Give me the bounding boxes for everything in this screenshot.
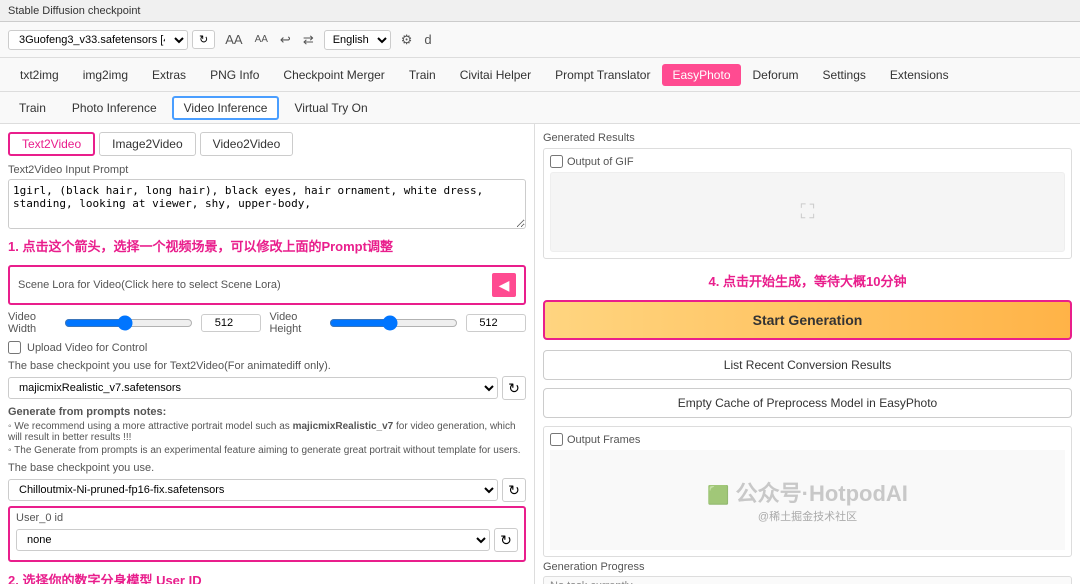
output-gif-checkbox[interactable] [550, 155, 563, 168]
watermark-text: 🟩 公众号·HotpodAI [707, 476, 908, 508]
upload-checkbox[interactable] [8, 341, 21, 354]
title-bar-label: Stable Diffusion checkpoint [8, 5, 141, 17]
video-width-slider[interactable] [64, 315, 193, 331]
sub-nav: Train Photo Inference Video Inference Vi… [0, 92, 1080, 124]
top-toolbar: 3Guofeng3_v33.safetensors [4078eb4174] ↻… [0, 22, 1080, 58]
output-frames-checkbox[interactable] [550, 433, 563, 446]
empty-cache-button[interactable]: Empty Cache of Preprocess Model in EasyP… [543, 388, 1072, 418]
sub-tab-virtual-try-on[interactable]: Virtual Try On [283, 97, 378, 119]
user-id-section: User_0 id none ↻ [8, 506, 526, 562]
prompt-textarea[interactable] [8, 179, 526, 229]
right-panel: Generated Results Output of GIF ⛶ 4. 点击开… [535, 124, 1080, 584]
content-area: Text2Video Image2Video Video2Video Text2… [0, 124, 1080, 584]
user-id-refresh[interactable]: ↻ [494, 528, 518, 552]
generation-progress-label: Generation Progress [543, 561, 1072, 573]
user-id-label: User_0 id [16, 512, 518, 524]
sub-tab-video-inference[interactable]: Video Inference [172, 96, 280, 120]
tab-img2img[interactable]: img2img [71, 62, 140, 88]
font-size-large-icon[interactable]: AA [223, 30, 244, 49]
scene-lora-arrow-btn[interactable]: ◀ [492, 273, 516, 297]
tab-easyphoto[interactable]: EasyPhoto [662, 64, 740, 86]
image-placeholder-icon: ⛶ [801, 201, 815, 224]
wh-row: Video Width Video Height [8, 311, 526, 335]
watermark-sub: @稀土掘金技术社区 [707, 508, 908, 524]
undo-icon[interactable]: ↩ [278, 30, 293, 50]
base-checkpoint-row-2: Chilloutmix-Ni-pruned-fp16-fix.safetenso… [8, 478, 526, 502]
sub-tab-train[interactable]: Train [8, 97, 57, 119]
start-generation-button[interactable]: Start Generation [543, 300, 1072, 340]
user-id-select[interactable]: none [16, 529, 490, 551]
notes-section: Generate from prompts notes: ◦ We recomm… [8, 406, 526, 456]
generated-results-title: Generated Results [543, 132, 1072, 144]
tab-prompt-translator[interactable]: Prompt Translator [543, 62, 662, 88]
tab-checkpoint-merger[interactable]: Checkpoint Merger [271, 62, 396, 88]
video-height-slider[interactable] [329, 315, 458, 331]
extra-icon[interactable]: d [422, 30, 433, 49]
output-gif-header: Output of GIF [550, 155, 1065, 168]
base-checkpoint-row-1: majicmixRealistic_v7.safetensors ↻ [8, 376, 526, 400]
inner-tab-video2video[interactable]: Video2Video [200, 132, 294, 156]
settings-icon[interactable]: ⚙ [399, 30, 415, 50]
output-gif-section: Output of GIF ⛶ [543, 148, 1072, 259]
inner-tab-text2video[interactable]: Text2Video [8, 132, 95, 156]
model-select[interactable]: 3Guofeng3_v33.safetensors [4078eb4174] [8, 30, 188, 50]
tab-settings[interactable]: Settings [811, 62, 878, 88]
video-width-input[interactable] [201, 314, 261, 332]
annotation-4: 4. 点击开始生成，等待大概10分钟 [543, 267, 1072, 294]
redo-icon[interactable]: ⇄ [301, 30, 316, 50]
model-dropdown-container: 3Guofeng3_v33.safetensors [4078eb4174] ↻ [8, 30, 215, 50]
video-height-label: Video Height [269, 311, 321, 335]
watermark-area: 🟩 公众号·HotpodAI @稀土掘金技术社区 [550, 450, 1065, 550]
tab-txt2img[interactable]: txt2img [8, 62, 71, 88]
list-results-button[interactable]: List Recent Conversion Results [543, 350, 1072, 380]
output-frames-label: Output Frames [567, 434, 640, 446]
user-id-dropdown-row: none ↻ [16, 528, 518, 552]
sub-tab-photo-inference[interactable]: Photo Inference [61, 97, 168, 119]
base-checkpoint-select-2[interactable]: Chilloutmix-Ni-pruned-fp16-fix.safetenso… [8, 479, 498, 501]
generation-progress-section: Generation Progress No task currently [543, 561, 1072, 584]
notes-title: Generate from prompts notes: [8, 406, 526, 418]
tab-civitai-helper[interactable]: Civitai Helper [448, 62, 543, 88]
model-refresh-btn[interactable]: ↻ [192, 30, 215, 49]
base-checkpoint-refresh-2[interactable]: ↻ [502, 478, 526, 502]
base-checkpoint-label-1: The base checkpoint you use for Text2Vid… [8, 360, 526, 372]
base-checkpoint-select-1[interactable]: majicmixRealistic_v7.safetensors [8, 377, 498, 399]
inner-tabs: Text2Video Image2Video Video2Video [8, 132, 526, 156]
tab-extensions[interactable]: Extensions [878, 62, 961, 88]
left-panel: Text2Video Image2Video Video2Video Text2… [0, 124, 535, 584]
tab-png-info[interactable]: PNG Info [198, 62, 271, 88]
prompt-label: Text2Video Input Prompt [8, 164, 526, 176]
title-bar: Stable Diffusion checkpoint [0, 0, 1080, 22]
generation-progress-value: No task currently [543, 576, 1072, 584]
output-gif-label: Output of GIF [567, 156, 634, 168]
note-2: ◦ The Generate from prompts is an experi… [8, 445, 526, 456]
annotation-1: 1. 点击这个箭头，选择一个视频场景，可以修改上面的Prompt调整 [8, 232, 526, 259]
inner-tab-image2video[interactable]: Image2Video [99, 132, 196, 156]
video-height-input[interactable] [466, 314, 526, 332]
scene-lora-label: Scene Lora for Video(Click here to selec… [18, 279, 492, 291]
watermark-content: 🟩 公众号·HotpodAI @稀土掘金技术社区 [707, 476, 908, 524]
font-size-small-icon[interactable]: AA [253, 32, 270, 47]
upload-checkbox-row: Upload Video for Control [8, 341, 526, 354]
tab-train[interactable]: Train [397, 62, 448, 88]
output-gif-placeholder: ⛶ [550, 172, 1065, 252]
output-frames-header: Output Frames [550, 433, 1065, 446]
language-select[interactable]: English [324, 30, 391, 50]
tab-deforum[interactable]: Deforum [741, 62, 811, 88]
main-nav: txt2img img2img Extras PNG Info Checkpoi… [0, 58, 1080, 92]
output-frames-section: Output Frames 🟩 公众号·HotpodAI @稀土掘金技术社区 [543, 426, 1072, 557]
upload-checkbox-label: Upload Video for Control [27, 342, 147, 354]
tab-extras[interactable]: Extras [140, 62, 198, 88]
annotation-2: 2. 选择你的数字分身模型 User ID [8, 566, 526, 584]
base-checkpoint-label-2: The base checkpoint you use. [8, 462, 526, 474]
video-width-label: Video Width [8, 311, 56, 335]
base-checkpoint-refresh-1[interactable]: ↻ [502, 376, 526, 400]
scene-lora-row: Scene Lora for Video(Click here to selec… [8, 265, 526, 305]
note-1: ◦ We recommend using a more attractive p… [8, 421, 526, 443]
